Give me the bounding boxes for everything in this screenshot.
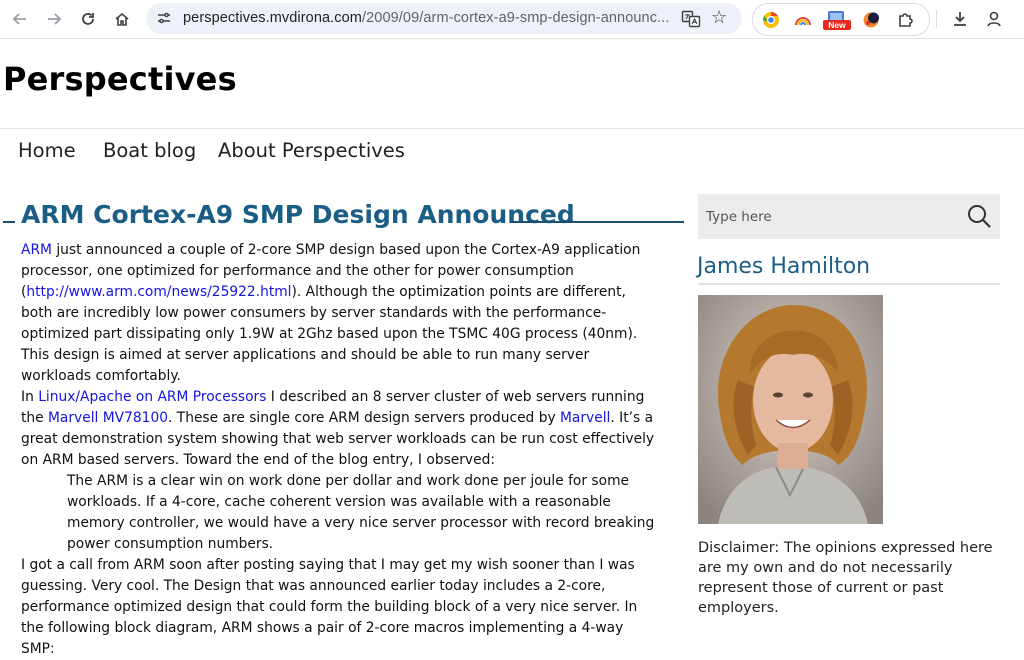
- chrome-extension-icon[interactable]: [761, 10, 781, 30]
- url-host: perspectives.mvdirona.com: [183, 10, 362, 26]
- search-box: [698, 194, 1000, 239]
- paragraph-3: I got a call from ARM soon after posting…: [21, 557, 638, 657]
- translate-icon[interactable]: [681, 9, 701, 29]
- title-rule-right: [510, 221, 684, 223]
- author-divider: [698, 283, 1000, 285]
- forward-icon[interactable]: [42, 7, 66, 31]
- text: . These are single core ARM design serve…: [168, 410, 561, 426]
- nav-about-perspectives[interactable]: About Perspectives: [218, 139, 405, 162]
- link-marvell-mv78100[interactable]: Marvell MV78100: [48, 410, 168, 426]
- home-icon[interactable]: [110, 7, 134, 31]
- disclaimer-text: Disclaimer: The opinions expressed here …: [698, 540, 993, 616]
- url-text: perspectives.mvdirona.com/2009/09/arm-co…: [183, 10, 669, 26]
- post-title-block: ARM Cortex-A9 SMP Design Announced: [3, 200, 684, 234]
- text: In: [21, 389, 39, 405]
- address-bar[interactable]: perspectives.mvdirona.com/2009/09/arm-co…: [146, 3, 742, 34]
- search-icon[interactable]: [966, 203, 992, 229]
- site-title[interactable]: Perspectives: [3, 60, 237, 98]
- paragraph-2: In Linux/Apache on ARM Processors I desc…: [21, 387, 661, 471]
- blockquote: The ARM is a clear win on work done per …: [67, 473, 655, 552]
- rainbow-extension-icon[interactable]: [793, 10, 813, 30]
- paragraph-1: ARM just announced a couple of 2-core SM…: [21, 240, 661, 387]
- post-body: ARM just announced a couple of 2-core SM…: [21, 240, 661, 660]
- author-name: James Hamilton: [697, 254, 871, 279]
- new-badge-text: New: [828, 20, 846, 30]
- puzzle-extensions-icon[interactable]: [896, 10, 916, 30]
- link-linux-apache-arm[interactable]: Linux/Apache on ARM Processors: [38, 389, 266, 405]
- nav-boat-blog[interactable]: Boat blog: [103, 139, 196, 162]
- bookmark-star-icon[interactable]: ☆: [711, 7, 727, 28]
- reload-icon[interactable]: [76, 7, 100, 31]
- download-icon[interactable]: [950, 9, 970, 29]
- post-title[interactable]: ARM Cortex-A9 SMP Design Announced: [21, 200, 575, 229]
- back-icon[interactable]: [8, 7, 32, 31]
- title-rule-left: [3, 221, 15, 223]
- moon-extension-icon[interactable]: [861, 10, 881, 30]
- link-arm-news[interactable]: http://www.arm.com/news/25922.html: [26, 284, 291, 300]
- site-info-icon[interactable]: [156, 10, 172, 26]
- new-badge-extension-icon[interactable]: New: [823, 10, 851, 30]
- link-marvell[interactable]: Marvell: [560, 410, 610, 426]
- link-arm[interactable]: ARM: [21, 242, 52, 258]
- search-input[interactable]: [706, 207, 956, 227]
- extensions-group: New: [752, 3, 930, 36]
- url-path: /2009/09/arm-cortex-a9-smp-design-announ…: [362, 10, 670, 26]
- header-divider: [0, 128, 1024, 129]
- toolbar-divider: [936, 10, 937, 28]
- browser-toolbar: perspectives.mvdirona.com/2009/09/arm-co…: [0, 0, 1024, 39]
- nav-home[interactable]: Home: [18, 139, 76, 162]
- author-photo: [698, 295, 883, 524]
- profile-icon[interactable]: [984, 9, 1004, 29]
